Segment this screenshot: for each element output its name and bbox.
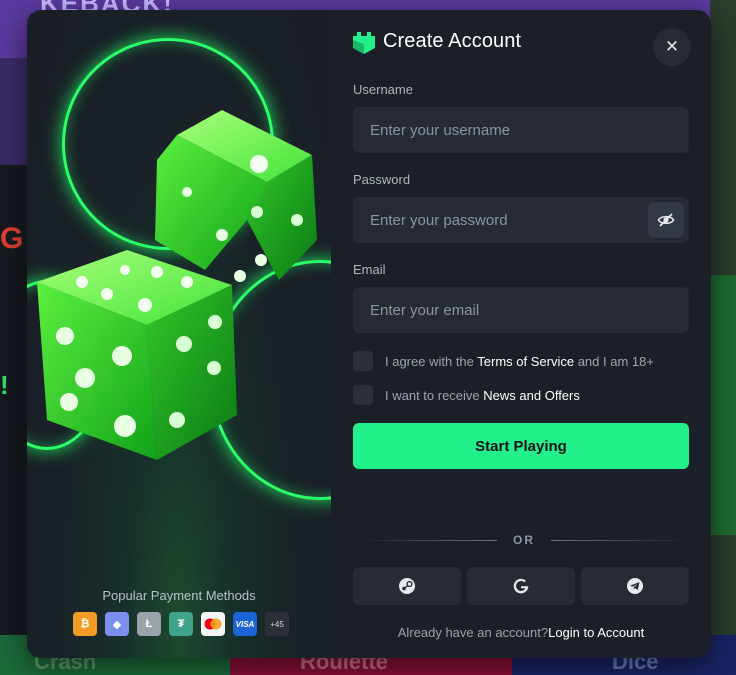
- signup-form: Create Account ✕ Username Password Email: [331, 10, 711, 658]
- close-button[interactable]: ✕: [653, 28, 691, 66]
- terms-checkbox[interactable]: [353, 351, 373, 371]
- close-icon: ✕: [664, 37, 680, 56]
- news-checkbox[interactable]: [353, 385, 373, 405]
- background-right-panel-green: [710, 275, 736, 535]
- toggle-password-visibility-button[interactable]: [648, 202, 684, 238]
- terms-suffix: and I am 18+: [574, 353, 654, 369]
- google-login-button[interactable]: [467, 567, 575, 605]
- start-playing-button[interactable]: Start Playing: [353, 423, 689, 469]
- login-to-account-link[interactable]: Login to Account: [548, 625, 644, 640]
- more-payments-badge: +45: [265, 612, 289, 636]
- username-input[interactable]: [353, 107, 689, 153]
- google-icon: [513, 578, 529, 594]
- news-and-offers-link[interactable]: News and Offers: [483, 388, 580, 403]
- visa-icon: VISA: [233, 612, 257, 636]
- password-input[interactable]: [353, 197, 689, 243]
- brand-logo-icon: [353, 32, 375, 54]
- mastercard-icon: [201, 612, 225, 636]
- terms-text: I agree with the Terms of Service and I …: [385, 354, 654, 369]
- username-field-wrap: [353, 107, 689, 153]
- terms-of-service-link[interactable]: Terms of Service: [477, 354, 574, 369]
- payment-methods: ₿ ◆ Ł ₮ VISA +45: [73, 612, 289, 636]
- news-prefix: I want to receive: [385, 387, 484, 403]
- payments-title: Popular Payment Methods: [102, 588, 256, 603]
- background-exclamation: !: [0, 370, 9, 400]
- tether-icon: ₮: [169, 612, 193, 636]
- email-field-wrap: [353, 287, 689, 333]
- background-google-letter: G: [0, 222, 24, 255]
- create-account-modal: Popular Payment Methods ₿ ◆ Ł ₮ VISA +45…: [27, 10, 711, 658]
- password-field-wrap: [353, 197, 689, 243]
- email-input[interactable]: [353, 287, 689, 333]
- steam-login-button[interactable]: [353, 567, 461, 605]
- steam-icon: [399, 578, 415, 594]
- password-label: Password: [353, 172, 411, 187]
- divider-line-right: [551, 539, 689, 541]
- ethereum-icon: ◆: [105, 612, 129, 636]
- litecoin-icon: Ł: [137, 612, 161, 636]
- modal-title: Create Account: [383, 29, 522, 52]
- die-front: [37, 250, 237, 460]
- or-divider: OR: [359, 533, 689, 547]
- news-row: I want to receive News and Offers: [353, 385, 580, 405]
- eye-slash-icon: [657, 213, 675, 227]
- or-label: OR: [513, 533, 535, 547]
- news-text: I want to receive News and Offers: [385, 388, 580, 403]
- login-prompt: Already have an account?: [397, 625, 549, 640]
- terms-prefix: I agree with the: [385, 353, 478, 369]
- modal-header: Create Account: [353, 28, 521, 54]
- username-label: Username: [353, 82, 413, 97]
- die-back: [155, 110, 317, 282]
- login-row: Already have an account?Login to Account: [353, 625, 689, 640]
- dice-illustration: [37, 110, 317, 460]
- background-left-panel: G !: [0, 165, 30, 675]
- divider-line-left: [359, 539, 497, 541]
- telegram-login-button[interactable]: [581, 567, 689, 605]
- terms-row: I agree with the Terms of Service and I …: [353, 351, 654, 371]
- email-label: Email: [353, 262, 386, 277]
- telegram-icon: [627, 578, 643, 594]
- bitcoin-icon: ₿: [73, 612, 97, 636]
- promo-panel: Popular Payment Methods ₿ ◆ Ł ₮ VISA +45: [27, 10, 331, 658]
